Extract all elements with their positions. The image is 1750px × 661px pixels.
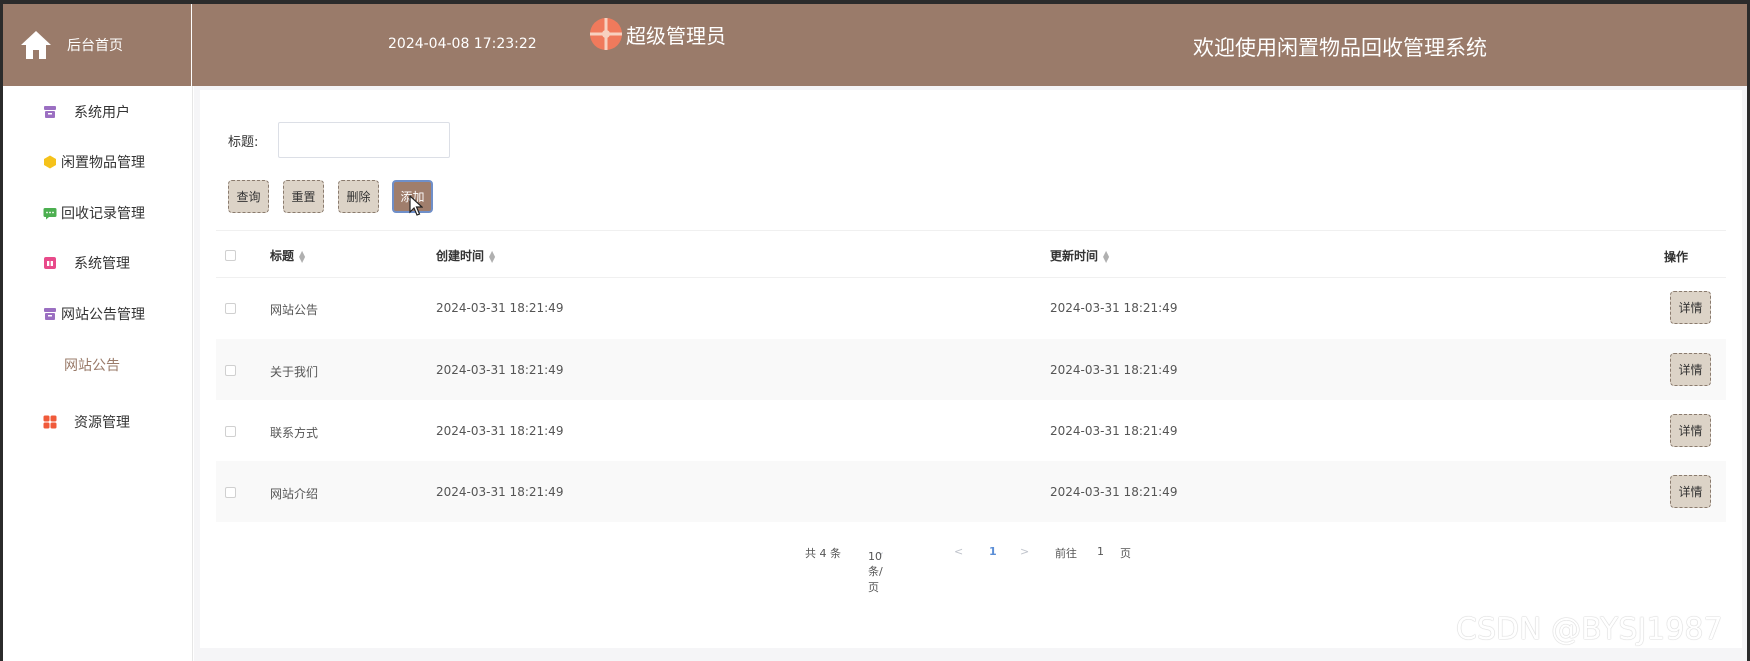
column-header-label: 创建时间 xyxy=(436,249,485,263)
sidebar-item-label: 系统用户 xyxy=(74,105,130,121)
column-header-actions: 操作 xyxy=(1664,250,1689,264)
sidebar-item-announcement-management[interactable]: 网站公告管理 xyxy=(3,296,193,332)
sidebar-item-idle-items[interactable]: 闲置物品管理 xyxy=(3,144,193,180)
page-suffix-label: 页 xyxy=(1120,547,1131,560)
archive-icon xyxy=(44,308,56,320)
sidebar-subitem-announcement[interactable]: 网站公告 xyxy=(3,347,193,383)
home-icon xyxy=(21,31,51,59)
column-header-label: 标题 xyxy=(270,249,295,263)
row-checkbox[interactable] xyxy=(225,487,236,498)
sidebar-item-resource-management[interactable]: 资源管理 xyxy=(3,404,193,440)
pagination-total: 共 4 条 xyxy=(805,547,841,560)
main-content: 标题: 查询 重置 删除 添加 标题 ▲ ▼ 创建时间 ▲ ▼ 更新时间 ▲ ▼ 操作 网站… xyxy=(194,86,1747,661)
column-header-updated[interactable]: 更新时间 ▲ ▼ xyxy=(1050,247,1109,264)
sidebar-item-recycle-records[interactable]: 回收记录管理 xyxy=(3,195,193,231)
sidebar-item-label: 回收记录管理 xyxy=(61,206,145,222)
sidebar-item-label: 网站公告 xyxy=(64,358,120,374)
row-checkbox[interactable] xyxy=(225,303,236,314)
table-row: 联系方式 2024-03-31 18:21:49 2024-03-31 18:2… xyxy=(216,400,1726,461)
sidebar-item-system-management[interactable]: 系统管理 xyxy=(3,245,193,281)
admin-avatar-icon[interactable] xyxy=(589,17,623,51)
search-title-label: 标题: xyxy=(228,135,259,150)
sidebar-item-label: 闲置物品管理 xyxy=(61,155,145,171)
pagination: 共 4 条 10条/页 ⌄ < 1 > 前往 1 页 xyxy=(200,540,1742,594)
grid-icon xyxy=(43,415,57,429)
sidebar-item-label: 网站公告管理 xyxy=(61,307,145,323)
mouse-cursor-icon xyxy=(409,195,423,216)
reset-button[interactable]: 重置 xyxy=(283,180,324,213)
table-header-row: 标题 ▲ ▼ 创建时间 ▲ ▼ 更新时间 ▲ ▼ 操作 xyxy=(216,230,1726,278)
cell-updated: 2024-03-31 18:21:49 xyxy=(1050,301,1178,315)
row-checkbox[interactable] xyxy=(225,426,236,437)
hexagon-icon xyxy=(44,155,56,169)
sort-icon[interactable]: ▲ ▼ xyxy=(299,249,305,263)
page-size-select[interactable]: 10条/页 ⌄ xyxy=(868,545,885,594)
cell-created: 2024-03-31 18:21:49 xyxy=(436,424,564,438)
page-number-1[interactable]: 1 xyxy=(989,545,997,558)
select-all-checkbox[interactable] xyxy=(225,250,236,261)
sort-icon[interactable]: ▲ ▼ xyxy=(489,249,495,263)
goto-page-input[interactable]: 1 xyxy=(1097,545,1104,558)
delete-button[interactable]: 删除 xyxy=(338,180,379,213)
chat-icon xyxy=(43,208,57,220)
cell-title: 关于我们 xyxy=(270,365,319,379)
column-header-title[interactable]: 标题 ▲ ▼ xyxy=(270,247,305,264)
column-header-label: 更新时间 xyxy=(1050,249,1099,263)
admin-name[interactable]: 超级管理员 xyxy=(626,20,726,49)
top-header: 后台首页 2024-04-08 17:23:22 超级管理员 欢迎使用闲置物品回… xyxy=(3,4,1747,86)
archive-icon xyxy=(44,106,56,118)
detail-button[interactable]: 详情 xyxy=(1670,414,1711,447)
cell-title: 网站介绍 xyxy=(270,487,319,501)
sidebar: 系统用户 闲置物品管理 回收记录管理 系统管理 网站公告管理 网站公告 资源管理 xyxy=(3,86,193,661)
page-size-value: 10条/页 xyxy=(868,550,883,594)
cell-title: 网站公告 xyxy=(270,303,319,317)
cell-updated: 2024-03-31 18:21:49 xyxy=(1050,485,1178,499)
row-checkbox[interactable] xyxy=(225,365,236,376)
column-header-created[interactable]: 创建时间 ▲ ▼ xyxy=(436,247,495,264)
search-title-input[interactable] xyxy=(278,122,450,158)
query-button[interactable]: 查询 xyxy=(228,180,269,213)
cell-created: 2024-03-31 18:21:49 xyxy=(436,301,564,315)
detail-button[interactable]: 详情 xyxy=(1670,291,1711,324)
gift-icon xyxy=(44,257,56,269)
prev-page-button[interactable]: < xyxy=(954,545,963,558)
home-label: 后台首页 xyxy=(67,38,123,54)
current-datetime: 2024-04-08 17:23:22 xyxy=(388,36,537,52)
cell-created: 2024-03-31 18:21:49 xyxy=(436,363,564,377)
app-window: 后台首页 2024-04-08 17:23:22 超级管理员 欢迎使用闲置物品回… xyxy=(0,0,1750,661)
table-row: 关于我们 2024-03-31 18:21:49 2024-03-31 18:2… xyxy=(216,339,1726,400)
cell-updated: 2024-03-31 18:21:49 xyxy=(1050,424,1178,438)
sidebar-item-label: 系统管理 xyxy=(74,256,130,272)
next-page-button[interactable]: > xyxy=(1020,545,1029,558)
sort-icon[interactable]: ▲ ▼ xyxy=(1103,249,1109,263)
home-link[interactable]: 后台首页 xyxy=(3,4,192,86)
detail-button[interactable]: 详情 xyxy=(1670,475,1711,508)
cell-title: 联系方式 xyxy=(270,426,319,440)
system-title: 欢迎使用闲置物品回收管理系统 xyxy=(1193,36,1487,60)
content-panel: 标题: 查询 重置 删除 添加 标题 ▲ ▼ 创建时间 ▲ ▼ 更新时间 ▲ ▼ 操作 网站… xyxy=(200,90,1742,648)
detail-button[interactable]: 详情 xyxy=(1670,353,1711,386)
cell-updated: 2024-03-31 18:21:49 xyxy=(1050,363,1178,377)
goto-label: 前往 xyxy=(1055,547,1077,560)
cell-created: 2024-03-31 18:21:49 xyxy=(436,485,564,499)
sidebar-item-label: 资源管理 xyxy=(74,415,130,431)
table-row: 网站介绍 2024-03-31 18:21:49 2024-03-31 18:2… xyxy=(216,461,1726,522)
sidebar-item-system-users[interactable]: 系统用户 xyxy=(3,94,193,130)
table-row: 网站公告 2024-03-31 18:21:49 2024-03-31 18:2… xyxy=(216,278,1726,339)
watermark-text: CSDN @BYSJ1987 xyxy=(1456,612,1723,647)
